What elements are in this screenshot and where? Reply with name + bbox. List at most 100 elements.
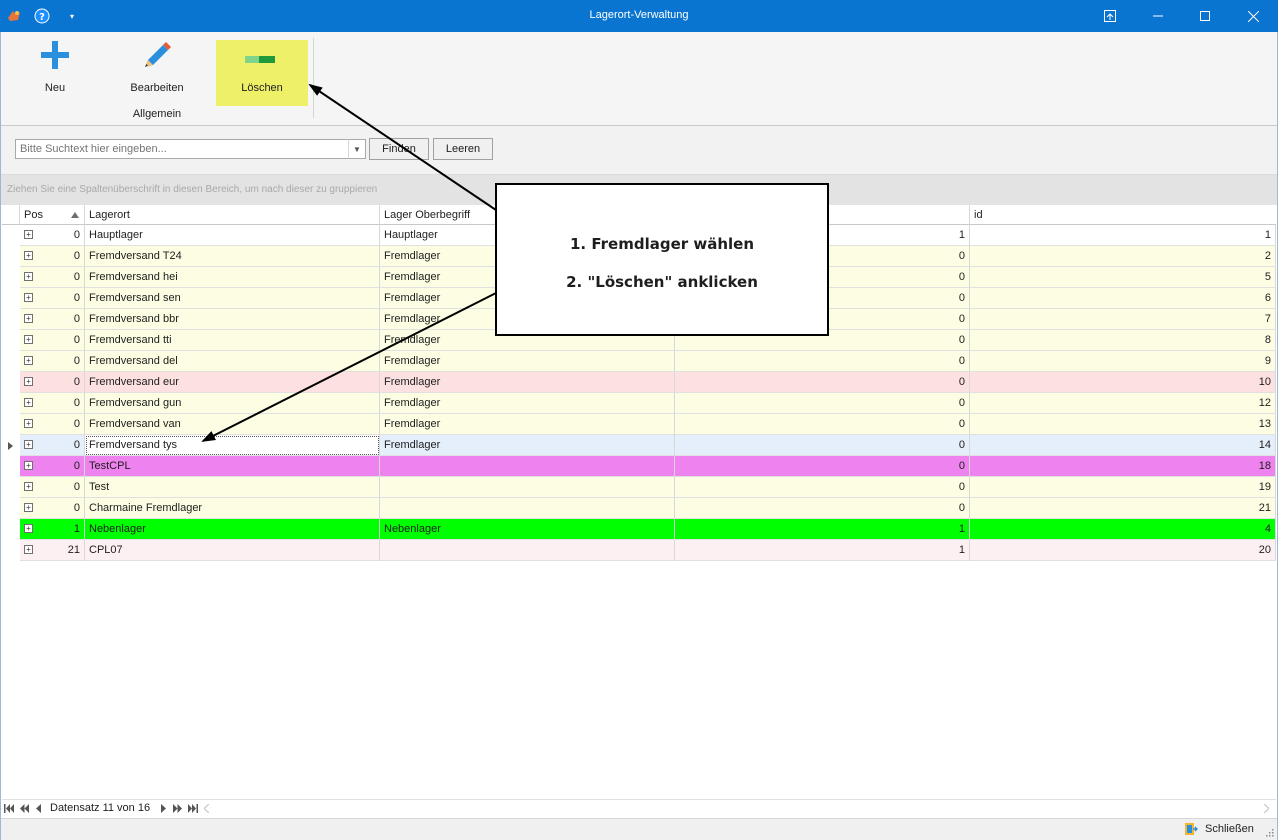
expand-row-icon[interactable]: +: [24, 335, 33, 344]
neu-button[interactable]: Neu: [25, 40, 85, 106]
leeren-button[interactable]: Leeren: [433, 138, 493, 160]
cell-id[interactable]: 19: [970, 477, 1276, 498]
cell-id[interactable]: 18: [970, 456, 1276, 477]
cell-flag[interactable]: 1: [675, 540, 970, 561]
search-dropdown-icon[interactable]: ▼: [348, 139, 366, 159]
column-header-lagerort[interactable]: Lagerort: [85, 205, 380, 225]
cell-pos[interactable]: +0: [20, 225, 85, 246]
cell-oberbegriff[interactable]: [380, 456, 675, 477]
cell-lagerort[interactable]: Fremdversand bbr: [85, 309, 380, 330]
loeschen-button[interactable]: Löschen: [216, 40, 308, 106]
cell-pos[interactable]: +21: [20, 540, 85, 561]
expand-row-icon[interactable]: +: [24, 272, 33, 281]
expand-row-icon[interactable]: +: [24, 314, 33, 323]
expand-row-icon[interactable]: +: [24, 545, 33, 554]
expand-row-icon[interactable]: +: [24, 524, 33, 533]
next-page-icon[interactable]: [173, 804, 182, 813]
cell-oberbegriff[interactable]: Fremdlager: [380, 414, 675, 435]
cell-flag[interactable]: 1: [675, 519, 970, 540]
cell-lagerort[interactable]: Fremdversand hei: [85, 267, 380, 288]
table-row[interactable]: +0 Test 0 19: [20, 477, 1276, 498]
cell-id[interactable]: 9: [970, 351, 1276, 372]
cell-flag[interactable]: 0: [675, 372, 970, 393]
resize-grip-icon[interactable]: [1265, 828, 1274, 837]
cell-pos[interactable]: +0: [20, 330, 85, 351]
expand-row-icon[interactable]: +: [24, 230, 33, 239]
cell-pos[interactable]: +0: [20, 288, 85, 309]
cell-oberbegriff[interactable]: [380, 540, 675, 561]
minimize-icon[interactable]: [1135, 0, 1181, 32]
cell-pos[interactable]: +0: [20, 351, 85, 372]
table-row[interactable]: +0 Charmaine Fremdlager 0 21: [20, 498, 1276, 519]
cell-id[interactable]: 13: [970, 414, 1276, 435]
cell-id[interactable]: 21: [970, 498, 1276, 519]
cell-pos[interactable]: +0: [20, 435, 85, 456]
schliessen-button[interactable]: Schließen: [1184, 821, 1254, 837]
cell-id[interactable]: 7: [970, 309, 1276, 330]
search-input[interactable]: [15, 139, 358, 159]
cell-oberbegriff[interactable]: Fremdlager: [380, 435, 675, 456]
cell-lagerort[interactable]: Fremdversand tys: [85, 435, 380, 456]
cell-oberbegriff[interactable]: Fremdlager: [380, 351, 675, 372]
table-row[interactable]: +21 CPL07 1 20: [20, 540, 1276, 561]
cell-lagerort[interactable]: TestCPL: [85, 456, 380, 477]
first-record-icon[interactable]: [4, 804, 14, 813]
cell-id[interactable]: 12: [970, 393, 1276, 414]
cell-lagerort[interactable]: Hauptlager: [85, 225, 380, 246]
bearbeiten-button[interactable]: Bearbeiten: [125, 40, 189, 106]
cell-id[interactable]: 10: [970, 372, 1276, 393]
cell-lagerort[interactable]: Fremdversand T24: [85, 246, 380, 267]
cell-lagerort[interactable]: Test: [85, 477, 380, 498]
cell-pos[interactable]: +0: [20, 267, 85, 288]
last-record-icon[interactable]: [188, 804, 198, 813]
expand-row-icon[interactable]: +: [24, 440, 33, 449]
cell-pos[interactable]: +0: [20, 498, 85, 519]
cell-pos[interactable]: +0: [20, 477, 85, 498]
cell-oberbegriff[interactable]: Nebenlager: [380, 519, 675, 540]
cell-flag[interactable]: 0: [675, 477, 970, 498]
expand-row-icon[interactable]: +: [24, 293, 33, 302]
cell-id[interactable]: 5: [970, 267, 1276, 288]
table-row[interactable]: +0 Fremdversand van Fremdlager 0 13: [20, 414, 1276, 435]
cell-id[interactable]: 1: [970, 225, 1276, 246]
cell-id[interactable]: 6: [970, 288, 1276, 309]
cell-lagerort[interactable]: Fremdversand del: [85, 351, 380, 372]
cell-pos[interactable]: +1: [20, 519, 85, 540]
cell-pos[interactable]: +0: [20, 456, 85, 477]
cell-oberbegriff[interactable]: Fremdlager: [380, 372, 675, 393]
cell-oberbegriff[interactable]: [380, 477, 675, 498]
table-row[interactable]: +0 Fremdversand del Fremdlager 0 9: [20, 351, 1276, 372]
close-icon[interactable]: [1230, 0, 1276, 32]
finden-button[interactable]: Finden: [369, 138, 429, 160]
table-row[interactable]: +0 Fremdversand eur Fremdlager 0 10: [20, 372, 1276, 393]
cell-id[interactable]: 14: [970, 435, 1276, 456]
table-row[interactable]: +0 Fremdversand gun Fremdlager 0 12: [20, 393, 1276, 414]
ribbon-display-options-icon[interactable]: [1087, 0, 1133, 32]
cell-lagerort[interactable]: Nebenlager: [85, 519, 380, 540]
cell-id[interactable]: 4: [970, 519, 1276, 540]
cell-lagerort[interactable]: Fremdversand eur: [85, 372, 380, 393]
cell-oberbegriff[interactable]: [380, 498, 675, 519]
previous-record-icon[interactable]: [36, 804, 41, 813]
cell-lagerort[interactable]: CPL07: [85, 540, 380, 561]
expand-row-icon[interactable]: +: [24, 251, 33, 260]
cell-pos[interactable]: +0: [20, 372, 85, 393]
table-row[interactable]: +0 TestCPL 0 18: [20, 456, 1276, 477]
cell-lagerort[interactable]: Fremdversand tti: [85, 330, 380, 351]
scroll-left-icon[interactable]: [204, 804, 209, 813]
cell-id[interactable]: 20: [970, 540, 1276, 561]
column-header-id[interactable]: id: [970, 205, 1276, 225]
expand-row-icon[interactable]: +: [24, 503, 33, 512]
scroll-right-icon[interactable]: [1264, 804, 1269, 813]
cell-lagerort[interactable]: Charmaine Fremdlager: [85, 498, 380, 519]
cell-oberbegriff[interactable]: Fremdlager: [380, 393, 675, 414]
cell-id[interactable]: 2: [970, 246, 1276, 267]
cell-lagerort[interactable]: Fremdversand sen: [85, 288, 380, 309]
expand-row-icon[interactable]: +: [24, 461, 33, 470]
previous-page-icon[interactable]: [20, 804, 29, 813]
expand-row-icon[interactable]: +: [24, 419, 33, 428]
maximize-icon[interactable]: [1182, 0, 1228, 32]
cell-pos[interactable]: +0: [20, 309, 85, 330]
cell-lagerort[interactable]: Fremdversand van: [85, 414, 380, 435]
cell-flag[interactable]: 0: [675, 456, 970, 477]
